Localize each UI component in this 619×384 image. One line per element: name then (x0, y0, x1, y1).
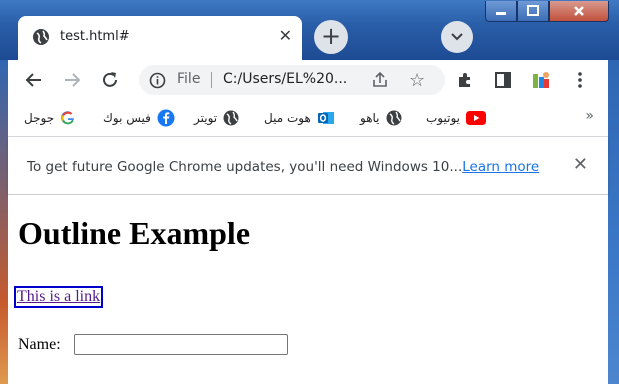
new-tab-button[interactable]: + (314, 20, 348, 54)
reload-icon (103, 72, 117, 87)
reload-button[interactable] (98, 68, 122, 92)
outlined-link[interactable]: This is a link (13, 286, 104, 308)
infobar-close-icon[interactable]: ✕ (573, 154, 588, 175)
google-icon (61, 111, 75, 125)
bookmark-label: جوجل (24, 111, 55, 125)
page-heading: Outline Example (18, 215, 251, 251)
close-icon (574, 6, 584, 16)
kebab-menu-icon (578, 72, 582, 88)
bookmark-yahoo[interactable]: ياهو (360, 107, 402, 129)
plus-icon: + (320, 22, 342, 50)
window-controls (485, 1, 609, 22)
tab-search-button[interactable] (441, 21, 473, 53)
close-window-button[interactable] (549, 1, 609, 22)
bookmark-label: هوت ميل (264, 111, 311, 125)
window-frame-left (0, 60, 8, 384)
chevron-down-icon (451, 33, 463, 41)
bookmark-label: تويتر (194, 111, 218, 125)
globe-icon (33, 29, 49, 45)
forward-button[interactable] (60, 68, 84, 92)
puzzle-icon (459, 73, 470, 87)
bookmark-star-icon[interactable]: ☆ (409, 70, 425, 91)
bookmark-google[interactable]: جوجل (24, 107, 76, 129)
forward-arrow-icon (65, 73, 81, 87)
page-viewport: Outline Example This is a link Name: (8, 195, 608, 384)
outlook-icon (317, 112, 334, 124)
bookmark-hotmail[interactable]: هوت ميل (264, 107, 335, 129)
bookmark-label: ياهو (360, 111, 380, 125)
name-label: Name: (18, 336, 61, 353)
learn-more-link[interactable]: Learn more (462, 159, 539, 175)
address-separator (211, 72, 212, 88)
menu-button[interactable] (568, 68, 592, 92)
bookmark-twitter[interactable]: تويتر (194, 107, 239, 129)
bookmark-youtube[interactable]: يوتيوب (426, 107, 486, 129)
address-bar[interactable]: File C:/Users/EL%20... ☆ (139, 65, 445, 95)
bookmarks-overflow-icon[interactable]: » (585, 108, 594, 124)
share-icon[interactable] (371, 71, 389, 89)
globe-icon (223, 110, 239, 126)
maximize-button[interactable] (517, 1, 549, 22)
bookmarks-bar: جوجل فيس بوك تويتر هوت ميل ياهو يوتيوب » (8, 100, 608, 137)
update-infobar: To get future Google Chrome updates, you… (8, 137, 608, 195)
tab-title: test.html# (60, 29, 130, 44)
profile-button[interactable] (529, 68, 553, 92)
side-panel-button[interactable] (491, 68, 515, 92)
bookmark-label: يوتيوب (426, 111, 460, 125)
tab-close-icon[interactable]: ✕ (279, 26, 292, 45)
back-arrow-icon (25, 73, 41, 87)
infobar-message: To get future Google Chrome updates, you… (27, 159, 539, 175)
avatar-icon (533, 72, 549, 88)
back-button[interactable] (22, 68, 46, 92)
toolbar: File C:/Users/EL%20... ☆ (8, 60, 608, 100)
bookmark-label: فيس بوك (103, 111, 151, 125)
minimize-button[interactable] (485, 1, 517, 22)
side-panel-icon (495, 72, 511, 88)
window-frame-right (608, 60, 619, 384)
globe-icon (386, 110, 402, 126)
youtube-icon (466, 111, 486, 125)
url-text[interactable]: C:/Users/EL%20... (223, 71, 347, 87)
info-icon[interactable] (149, 72, 166, 89)
facebook-icon (157, 109, 175, 127)
minimize-icon (496, 12, 506, 15)
bookmark-facebook[interactable]: فيس بوك (103, 107, 175, 129)
tab-active[interactable]: test.html# ✕ (18, 16, 302, 60)
infobar-text: To get future Google Chrome updates, you… (27, 159, 463, 175)
name-input[interactable] (74, 334, 288, 355)
file-label: File (177, 71, 201, 87)
maximize-icon (527, 5, 539, 16)
extensions-button[interactable] (453, 68, 477, 92)
